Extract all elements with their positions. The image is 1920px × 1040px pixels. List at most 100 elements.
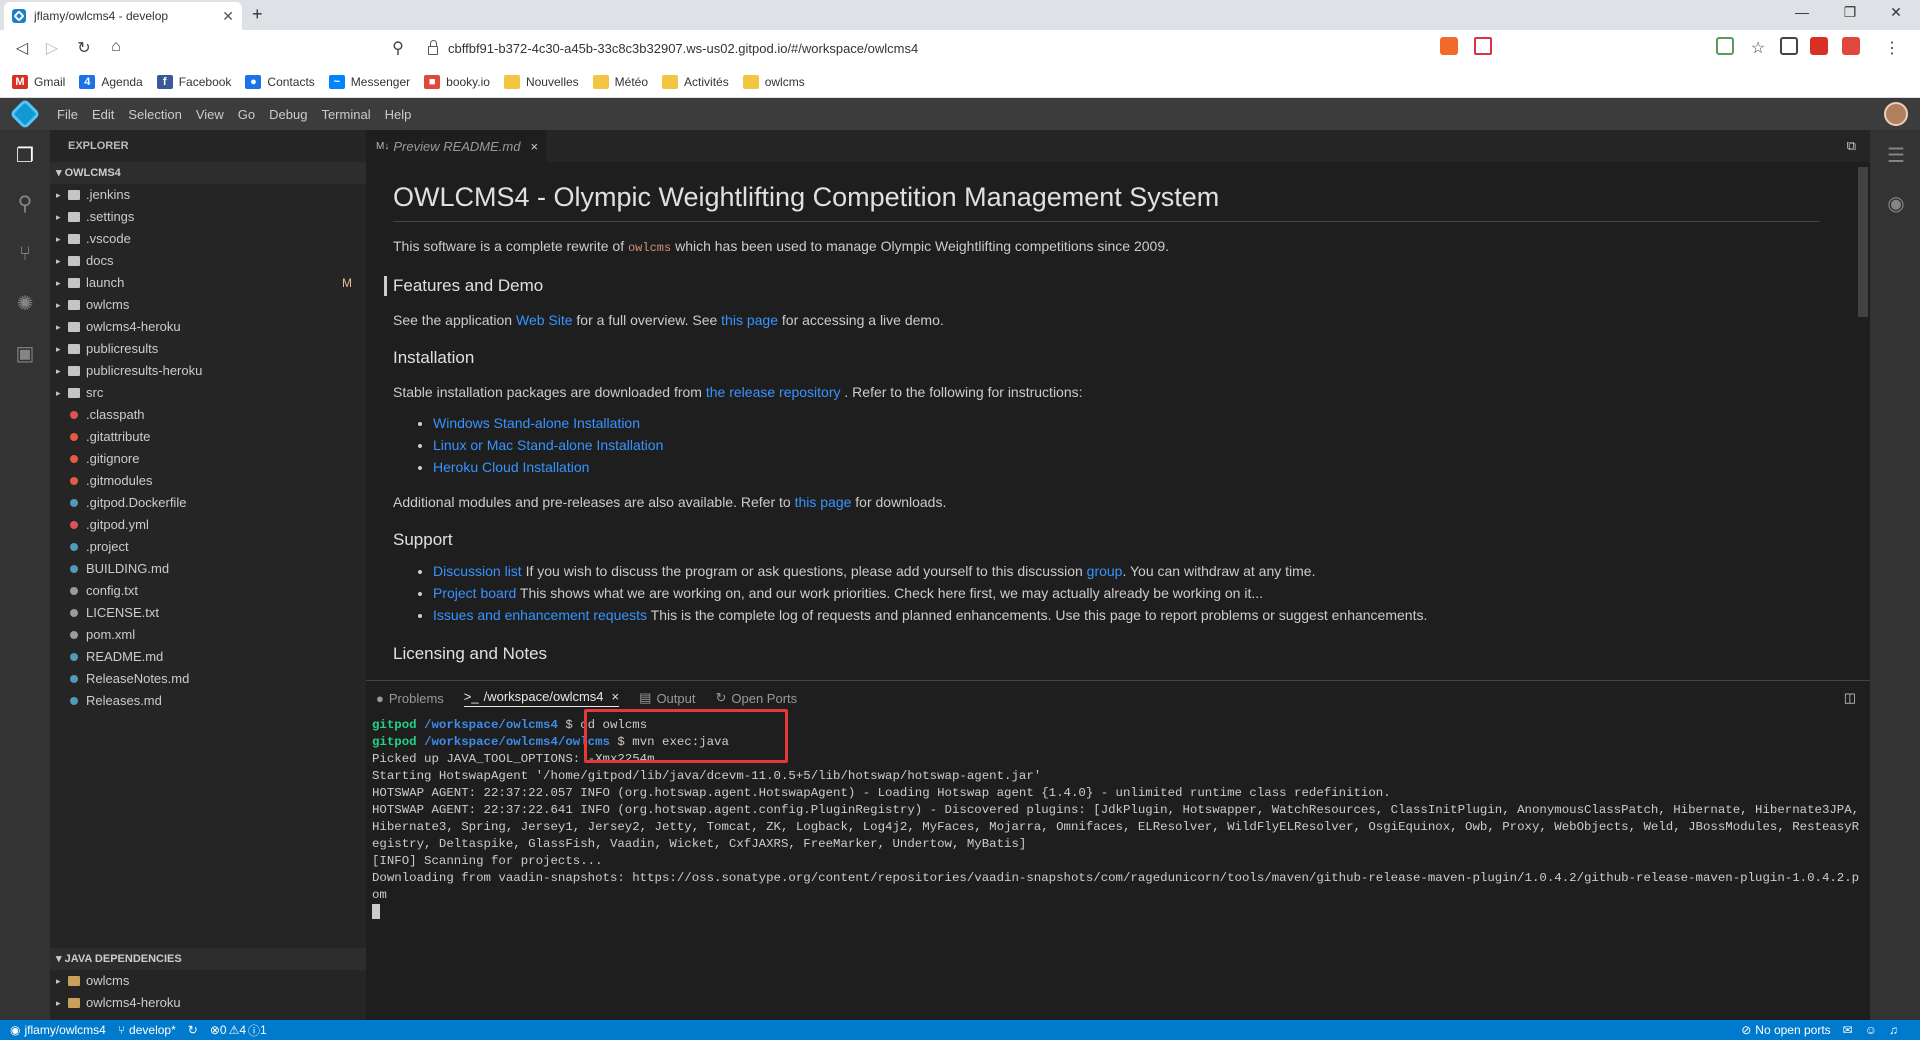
problems-status[interactable]: ⊗ 0 ⚠ 4 ⓘ 1 [210, 1022, 267, 1039]
menu-debug[interactable]: Debug [262, 107, 314, 122]
tree-folder[interactable]: ▸ src [50, 382, 366, 404]
chat-icon[interactable]: ✉ [1843, 1023, 1853, 1037]
bookmark-9[interactable]: owlcms [742, 74, 805, 89]
support-link[interactable]: Project board [433, 585, 516, 601]
ports-status[interactable]: ⊘ No open ports [1741, 1023, 1830, 1037]
tree-file[interactable]: .classpath [50, 404, 366, 426]
tree-folder[interactable]: ▸ launch M [50, 272, 366, 294]
tree-file[interactable]: .project [50, 536, 366, 558]
close-terminal-icon[interactable]: × [612, 689, 620, 704]
star-icon[interactable]: ☆ [1748, 38, 1768, 58]
tree-file[interactable]: ReleaseNotes.md [50, 668, 366, 690]
reload-icon[interactable]: ↻ [74, 38, 94, 58]
menu-selection[interactable]: Selection [121, 107, 188, 122]
bookmark-5[interactable]: ■ booky.io [424, 74, 490, 89]
close-editor-tab-icon[interactable]: × [530, 139, 538, 154]
bookmark-2[interactable]: f Facebook [156, 74, 231, 89]
browser-menu-icon[interactable]: ⋮ [1882, 38, 1902, 58]
menu-view[interactable]: View [189, 107, 231, 122]
restore-icon[interactable]: ❐ [1840, 4, 1860, 21]
minimize-icon[interactable]: — [1792, 4, 1812, 20]
release-repo-link[interactable]: the release repository [706, 384, 841, 400]
bookmark-6[interactable]: Nouvelles [503, 74, 579, 89]
brave-shield-icon[interactable] [1440, 37, 1458, 55]
support-link[interactable]: Discussion list [433, 563, 522, 579]
forward-icon[interactable]: ▷ [42, 38, 62, 58]
menu-help[interactable]: Help [378, 107, 419, 122]
demo-page-link[interactable]: this page [721, 312, 778, 328]
search-icon[interactable]: ⚲ [13, 192, 37, 216]
tree-file[interactable]: .gitpod.Dockerfile [50, 492, 366, 514]
back-icon[interactable]: ◁ [12, 38, 32, 58]
downloads-page-link[interactable]: this page [795, 494, 852, 510]
java-dep-item[interactable]: ▸ owlcms [50, 970, 366, 992]
browser-tab[interactable]: jflamy/owlcms4 - develop ✕ [4, 2, 242, 30]
bookmark-7[interactable]: Météo [592, 74, 648, 89]
tab-preview-readme[interactable]: M↓ Preview README.md × [366, 130, 546, 162]
menu-terminal[interactable]: Terminal [314, 107, 377, 122]
address-bar[interactable]: cbffbf91-b372-4c30-a45b-33c8c3b32907.ws-… [420, 35, 1430, 61]
bell-icon[interactable]: ♫ [1889, 1023, 1898, 1037]
install-link[interactable]: Heroku Cloud Installation [433, 459, 589, 475]
maximize-panel-icon[interactable]: ◫ [1844, 690, 1856, 706]
close-tab-icon[interactable]: ✕ [222, 8, 234, 25]
tab-terminal[interactable]: >_ /workspace/owlcms4 × [463, 689, 620, 707]
tree-folder[interactable]: ▸ docs [50, 250, 366, 272]
tree-file[interactable]: LICENSE.txt [50, 602, 366, 624]
tree-folder[interactable]: ▸ .jenkins [50, 184, 366, 206]
group-link[interactable]: group [1087, 563, 1123, 579]
tree-file[interactable]: Releases.md [50, 690, 366, 712]
bookmark-4[interactable]: ~ Messenger [328, 74, 410, 89]
repo-status[interactable]: ◉ jflamy/owlcms4 [10, 1023, 106, 1037]
tree-folder[interactable]: ▸ publicresults [50, 338, 366, 360]
avatar[interactable] [1884, 102, 1908, 126]
menu-edit[interactable]: Edit [85, 107, 121, 122]
tree-folder[interactable]: ▸ owlcms4-heroku [50, 316, 366, 338]
bookmark-page-icon[interactable]: ⚲ [388, 38, 408, 58]
tree-folder[interactable]: ▸ .settings [50, 206, 366, 228]
tree-file[interactable]: .gitpod.yml [50, 514, 366, 536]
pocket-icon[interactable] [1842, 37, 1860, 55]
tab-output[interactable]: ▤ Output [639, 690, 695, 706]
website-link[interactable]: Web Site [516, 312, 573, 328]
tree-file[interactable]: pom.xml [50, 624, 366, 646]
outline-icon[interactable]: ☰ [1884, 144, 1908, 168]
tree-file[interactable]: .gitattribute [50, 426, 366, 448]
tree-file[interactable]: .gitignore [50, 448, 366, 470]
tree-file[interactable]: README.md [50, 646, 366, 668]
menu-go[interactable]: Go [231, 107, 262, 122]
tab-problems[interactable]: ● Problems [376, 691, 444, 706]
tree-file[interactable]: BUILDING.md [50, 558, 366, 580]
workspace-section-header[interactable]: ▾ OWLCMS4 [50, 162, 366, 184]
open-source-icon[interactable]: ⧉ [1847, 138, 1856, 154]
debug-icon[interactable]: ✺ [13, 292, 37, 316]
brave-rewards-icon[interactable] [1474, 37, 1492, 55]
editor-scrollbar[interactable] [1856, 162, 1870, 680]
extensions-icon[interactable]: ▣ [13, 342, 37, 366]
bookmark-3[interactable]: ● Contacts [245, 74, 315, 89]
sync-icon[interactable]: ↻ [188, 1023, 198, 1037]
extension-red-icon[interactable] [1810, 37, 1828, 55]
feedback-icon[interactable]: ☺ [1865, 1023, 1877, 1037]
github-icon[interactable]: ◉ [1884, 192, 1908, 216]
branch-status[interactable]: ⑂ develop* [118, 1023, 176, 1037]
tree-folder[interactable]: ▸ .vscode [50, 228, 366, 250]
bookmark-0[interactable]: M Gmail [12, 74, 65, 89]
scrollbar-thumb[interactable] [1858, 167, 1868, 317]
tree-folder[interactable]: ▸ publicresults-heroku [50, 360, 366, 382]
cast-icon[interactable] [1716, 37, 1734, 55]
close-window-icon[interactable]: ✕ [1886, 4, 1906, 21]
menu-file[interactable]: File [50, 107, 85, 122]
screenshot-icon[interactable] [1780, 37, 1798, 55]
tree-file[interactable]: config.txt [50, 580, 366, 602]
install-link[interactable]: Windows Stand-alone Installation [433, 415, 640, 431]
java-dep-item[interactable]: ▸ owlcms4-heroku [50, 992, 366, 1014]
tab-open-ports[interactable]: ↻ Open Ports [715, 690, 797, 706]
tree-folder[interactable]: ▸ owlcms [50, 294, 366, 316]
install-link[interactable]: Linux or Mac Stand-alone Installation [433, 437, 663, 453]
explorer-icon[interactable]: ❐ [13, 144, 37, 168]
home-icon[interactable]: ⌂ [106, 38, 126, 56]
bookmark-1[interactable]: 4 Agenda [79, 74, 143, 89]
bookmark-8[interactable]: Activités [662, 74, 729, 89]
new-tab-button[interactable]: + [252, 4, 263, 25]
